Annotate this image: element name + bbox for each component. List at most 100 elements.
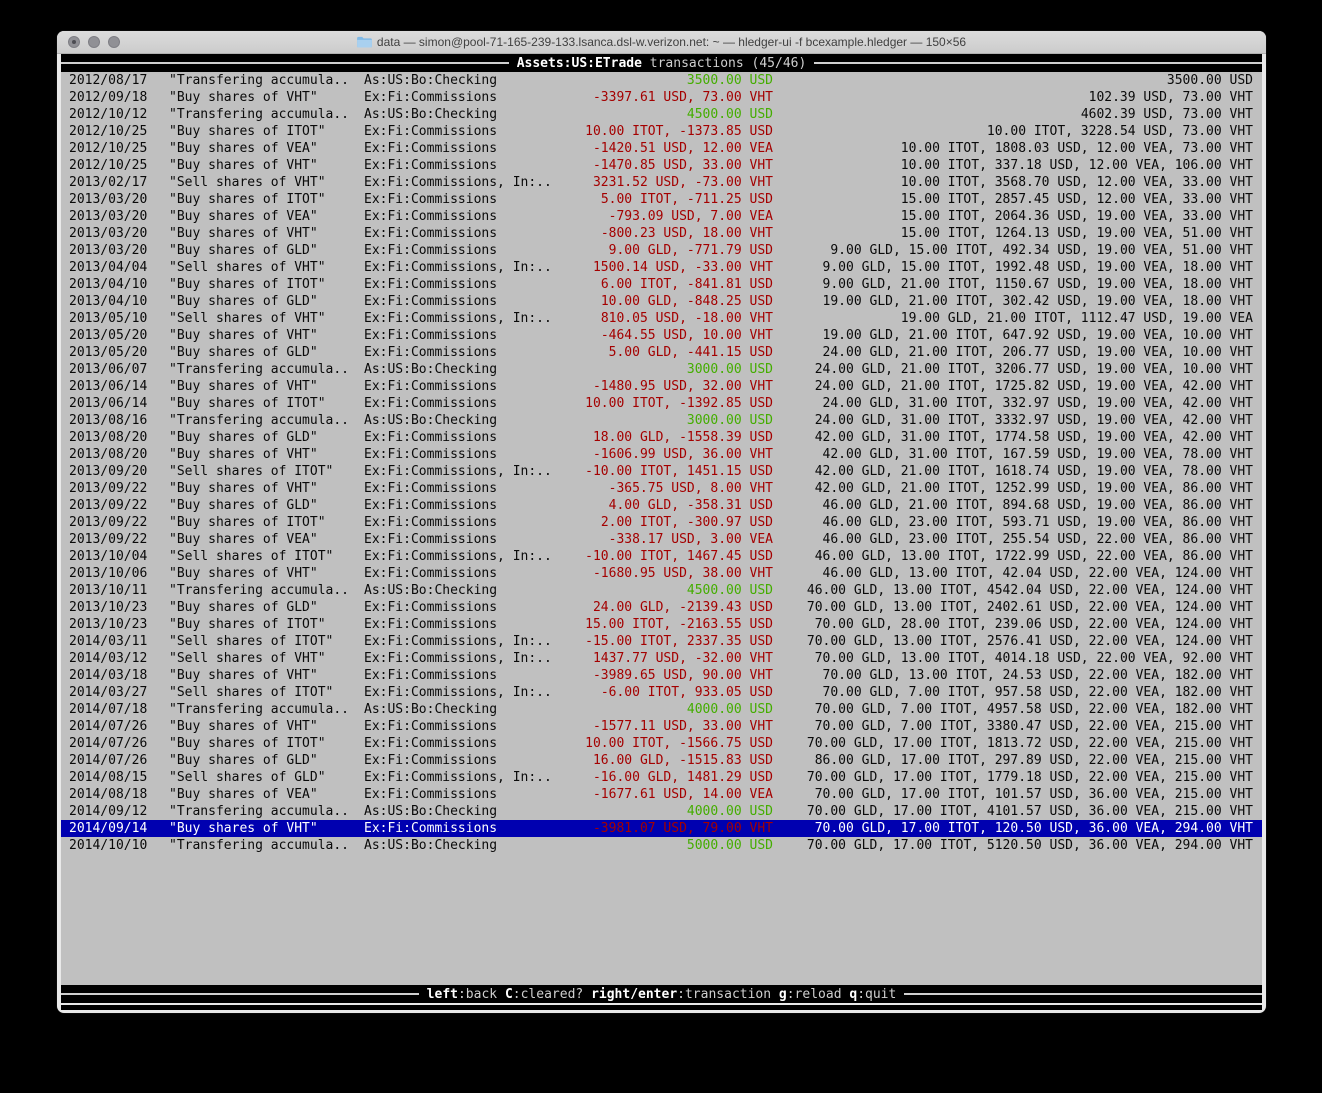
table-row[interactable]: 2013/05/20"Buy shares of GLD"Ex:Fi:Commi… [61,344,1262,361]
txn-running-balance: 46.00 GLD, 13.00 ITOT, 4542.04 USD, 22.0… [807,582,1253,599]
txn-running-balance: 46.00 GLD, 21.00 ITOT, 894.68 USD, 19.00… [823,497,1253,514]
txn-running-balance: 19.00 GLD, 21.00 ITOT, 647.92 USD, 19.00… [823,327,1253,344]
footer-rule-right [904,993,1262,995]
txn-description: "Buy shares of VEA" [169,208,318,225]
minimize-button[interactable] [88,36,100,48]
txn-description: "Buy shares of VHT" [169,157,318,174]
footer-hint-action: :quit [857,986,896,1003]
txn-running-balance: 24.00 GLD, 21.00 ITOT, 1725.82 USD, 19.0… [815,378,1253,395]
txn-date: 2013/05/10 [69,310,147,327]
table-row[interactable]: 2012/10/25"Buy shares of ITOT"Ex:Fi:Comm… [61,123,1262,140]
table-row[interactable]: 2012/10/25"Buy shares of VEA"Ex:Fi:Commi… [61,140,1262,157]
txn-description: "Buy shares of VHT" [169,565,318,582]
txn-other-accounts: Ex:Fi:Commissions [364,514,497,531]
table-row[interactable]: 2013/09/22"Buy shares of ITOT"Ex:Fi:Comm… [61,514,1262,531]
txn-running-balance: 70.00 GLD, 13.00 ITOT, 24.53 USD, 22.00 … [823,667,1253,684]
txn-date: 2014/03/27 [69,684,147,701]
txn-running-balance: 46.00 GLD, 23.00 ITOT, 255.54 USD, 22.00… [823,531,1253,548]
table-row[interactable]: 2013/05/10"Sell shares of VHT"Ex:Fi:Comm… [61,310,1262,327]
table-row[interactable]: 2012/08/17"Transfering accumula..As:US:B… [61,72,1262,89]
table-row-selected[interactable]: 2014/09/14"Buy shares of VHT"Ex:Fi:Commi… [61,820,1262,837]
table-row[interactable]: 2014/10/10"Transfering accumula..As:US:B… [61,837,1262,854]
table-row[interactable]: 2014/09/12"Transfering accumula..As:US:B… [61,803,1262,820]
txn-date: 2014/07/26 [69,718,147,735]
table-row[interactable]: 2014/07/18"Transfering accumula..As:US:B… [61,701,1262,718]
txn-description: "Buy shares of VHT" [169,820,318,837]
txn-other-accounts: Ex:Fi:Commissions, In:.. [364,769,552,786]
txn-date: 2012/09/18 [69,89,147,106]
txn-description: "Buy shares of VHT" [169,667,318,684]
txn-amount: -800.23 USD, 18.00 VHT [601,225,773,242]
table-row[interactable]: 2013/03/20"Buy shares of GLD"Ex:Fi:Commi… [61,242,1262,259]
table-row[interactable]: 2013/02/17"Sell shares of VHT"Ex:Fi:Comm… [61,174,1262,191]
txn-description: "Buy shares of ITOT" [169,276,326,293]
table-row[interactable]: 2014/03/11"Sell shares of ITOT"Ex:Fi:Com… [61,633,1262,650]
table-row[interactable]: 2012/10/25"Buy shares of VHT"Ex:Fi:Commi… [61,157,1262,174]
txn-description: "Buy shares of VHT" [169,718,318,735]
txn-other-accounts: Ex:Fi:Commissions, In:.. [364,650,552,667]
txn-amount: 5.00 GLD, -441.15 USD [609,344,773,361]
txn-date: 2014/10/10 [69,837,147,854]
table-row[interactable]: 2013/10/23"Buy shares of ITOT"Ex:Fi:Comm… [61,616,1262,633]
txn-date: 2013/05/20 [69,327,147,344]
table-row[interactable]: 2013/10/06"Buy shares of VHT"Ex:Fi:Commi… [61,565,1262,582]
footer-hint-action: :back [458,986,505,1003]
txn-amount: -3397.61 USD, 73.00 VHT [593,89,773,106]
table-row[interactable]: 2013/08/20"Buy shares of VHT"Ex:Fi:Commi… [61,446,1262,463]
txn-running-balance: 70.00 GLD, 17.00 ITOT, 101.57 USD, 36.00… [815,786,1253,803]
txn-date: 2012/10/12 [69,106,147,123]
txn-running-balance: 70.00 GLD, 17.00 ITOT, 1813.72 USD, 22.0… [807,735,1253,752]
table-row[interactable]: 2014/08/18"Buy shares of VEA"Ex:Fi:Commi… [61,786,1262,803]
table-row[interactable]: 2013/08/20"Buy shares of GLD"Ex:Fi:Commi… [61,429,1262,446]
table-row[interactable]: 2013/09/22"Buy shares of VHT"Ex:Fi:Commi… [61,480,1262,497]
txn-amount: 15.00 ITOT, -2163.55 USD [585,616,773,633]
txn-other-accounts: As:US:Bo:Checking [364,106,497,123]
table-row[interactable]: 2013/09/22"Buy shares of VEA"Ex:Fi:Commi… [61,531,1262,548]
txn-other-accounts: As:US:Bo:Checking [364,582,497,599]
txn-description: "Buy shares of ITOT" [169,735,326,752]
header-subtitle: transactions (45/46) [650,55,807,72]
table-row[interactable]: 2014/03/12"Sell shares of VHT"Ex:Fi:Comm… [61,650,1262,667]
table-row[interactable]: 2014/07/26"Buy shares of VHT"Ex:Fi:Commi… [61,718,1262,735]
txn-description: "Sell shares of VHT" [169,259,326,276]
close-button[interactable] [68,36,80,48]
table-row[interactable]: 2014/07/26"Buy shares of GLD"Ex:Fi:Commi… [61,752,1262,769]
table-row[interactable]: 2014/08/15"Sell shares of GLD"Ex:Fi:Comm… [61,769,1262,786]
txn-other-accounts: Ex:Fi:Commissions [364,531,497,548]
table-row[interactable]: 2013/04/04"Sell shares of VHT"Ex:Fi:Comm… [61,259,1262,276]
table-row[interactable]: 2013/04/10"Buy shares of GLD"Ex:Fi:Commi… [61,293,1262,310]
txn-date: 2014/07/26 [69,752,147,769]
hledger-ui-screen: Assets:US:ETrade transactions (45/46) 20… [61,54,1262,1003]
table-row[interactable]: 2013/06/07"Transfering accumula..As:US:B… [61,361,1262,378]
table-row[interactable]: 2014/03/27"Sell shares of ITOT"Ex:Fi:Com… [61,684,1262,701]
table-row[interactable]: 2013/09/20"Sell shares of ITOT"Ex:Fi:Com… [61,463,1262,480]
table-row[interactable]: 2014/03/18"Buy shares of VHT"Ex:Fi:Commi… [61,667,1262,684]
table-row[interactable]: 2013/06/14"Buy shares of ITOT"Ex:Fi:Comm… [61,395,1262,412]
table-row[interactable]: 2012/09/18"Buy shares of VHT"Ex:Fi:Commi… [61,89,1262,106]
txn-date: 2013/08/16 [69,412,147,429]
table-row[interactable]: 2013/04/10"Buy shares of ITOT"Ex:Fi:Comm… [61,276,1262,293]
txn-description: "Transfering accumula.. [169,582,349,599]
txn-amount: -1680.95 USD, 38.00 VHT [593,565,773,582]
table-row[interactable]: 2013/03/20"Buy shares of ITOT"Ex:Fi:Comm… [61,191,1262,208]
folder-icon [357,36,372,48]
window-titlebar[interactable]: data — simon@pool-71-165-239-133.lsanca.… [57,31,1266,54]
table-row[interactable]: 2012/10/12"Transfering accumula..As:US:B… [61,106,1262,123]
table-row[interactable]: 2013/08/16"Transfering accumula..As:US:B… [61,412,1262,429]
txn-date: 2013/09/22 [69,531,147,548]
zoom-button[interactable] [108,36,120,48]
table-row[interactable]: 2013/10/23"Buy shares of GLD"Ex:Fi:Commi… [61,599,1262,616]
txn-other-accounts: Ex:Fi:Commissions, In:.. [364,463,552,480]
table-row[interactable]: 2013/06/14"Buy shares of VHT"Ex:Fi:Commi… [61,378,1262,395]
table-row[interactable]: 2013/10/04"Sell shares of ITOT"Ex:Fi:Com… [61,548,1262,565]
table-row[interactable]: 2014/07/26"Buy shares of ITOT"Ex:Fi:Comm… [61,735,1262,752]
table-row[interactable]: 2013/10/11"Transfering accumula..As:US:B… [61,582,1262,599]
table-row[interactable]: 2013/05/20"Buy shares of VHT"Ex:Fi:Commi… [61,327,1262,344]
table-row[interactable]: 2013/09/22"Buy shares of GLD"Ex:Fi:Commi… [61,497,1262,514]
table-row[interactable]: 2013/03/20"Buy shares of VEA"Ex:Fi:Commi… [61,208,1262,225]
table-row[interactable]: 2013/03/20"Buy shares of VHT"Ex:Fi:Commi… [61,225,1262,242]
txn-amount: -16.00 GLD, 1481.29 USD [593,769,773,786]
txn-amount: 4500.00 USD [687,106,773,123]
txn-other-accounts: Ex:Fi:Commissions [364,344,497,361]
txn-amount: 10.00 ITOT, -1373.85 USD [585,123,773,140]
